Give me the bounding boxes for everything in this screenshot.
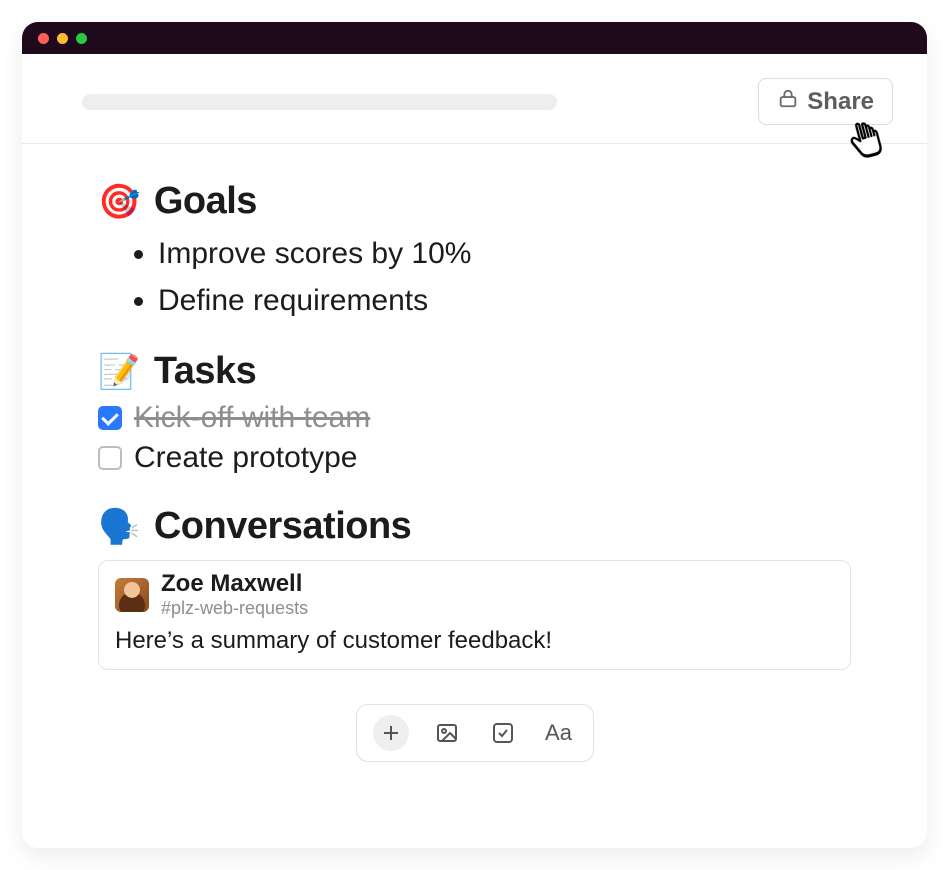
document-header: Share	[22, 54, 927, 144]
window-minimize-dot[interactable]	[57, 33, 68, 44]
conversation-card[interactable]: Zoe Maxwell #plz-web-requests Here’s a s…	[98, 560, 851, 670]
text-format-button[interactable]: Aa	[541, 715, 577, 751]
share-label: Share	[807, 88, 874, 116]
document-body[interactable]: 🎯 Goals Improve scores by 10% Define req…	[22, 144, 927, 848]
task-row[interactable]: Create prototype	[98, 441, 851, 475]
window-zoom-dot[interactable]	[76, 33, 87, 44]
goals-list: Improve scores by 10% Define requirement…	[98, 231, 851, 324]
format-toolbar: Aa	[356, 704, 594, 762]
task-row[interactable]: Kick-off with team	[98, 401, 851, 435]
task-checkbox-checked[interactable]	[98, 406, 122, 430]
add-button[interactable]	[373, 715, 409, 751]
task-label: Kick-off with team	[134, 401, 370, 435]
target-icon: 🎯	[98, 185, 140, 219]
image-icon[interactable]	[429, 715, 465, 751]
share-button[interactable]: Share	[758, 78, 893, 125]
checklist-icon[interactable]	[485, 715, 521, 751]
task-label: Create prototype	[134, 441, 357, 475]
tasks-heading: 📝 Tasks	[98, 350, 851, 393]
goals-title: Goals	[154, 180, 257, 223]
avatar	[115, 578, 149, 612]
conversation-body: Here’s a summary of customer feedback!	[115, 627, 834, 655]
text-format-label: Aa	[545, 720, 572, 746]
lock-icon	[777, 87, 799, 116]
list-item[interactable]: Define requirements	[158, 278, 851, 325]
title-placeholder[interactable]	[82, 94, 557, 110]
conversation-header: Zoe Maxwell #plz-web-requests	[115, 571, 834, 619]
window-close-dot[interactable]	[38, 33, 49, 44]
speaking-head-icon: 🗣️	[98, 510, 140, 544]
tasks-title: Tasks	[154, 350, 256, 393]
memo-icon: 📝	[98, 355, 140, 389]
titlebar	[22, 22, 927, 54]
goals-heading: 🎯 Goals	[98, 180, 851, 223]
list-item[interactable]: Improve scores by 10%	[158, 231, 851, 278]
conversations-heading: 🗣️ Conversations	[98, 505, 851, 548]
conversation-author: Zoe Maxwell	[161, 571, 308, 597]
conversations-title: Conversations	[154, 505, 411, 548]
task-checkbox[interactable]	[98, 446, 122, 470]
tasks-list: Kick-off with team Create prototype	[98, 401, 851, 475]
conversation-channel: #plz-web-requests	[161, 598, 308, 619]
canvas-window: Share 🎯 Goals Improve scores by 10% Defi…	[22, 22, 927, 848]
